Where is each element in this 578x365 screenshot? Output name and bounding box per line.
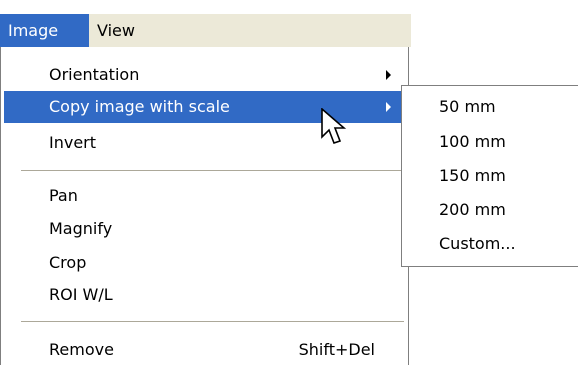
menu-item-roi-wl[interactable]: ROI W/L bbox=[4, 279, 405, 311]
submenu-item-label: Custom... bbox=[439, 234, 516, 253]
submenu-item-label: 150 mm bbox=[439, 166, 506, 185]
menu-item-label: Invert bbox=[49, 133, 97, 152]
menu-item-orientation[interactable]: Orientation bbox=[4, 59, 405, 91]
submenu-item-label: 200 mm bbox=[439, 200, 506, 219]
screen: Image View Orientation Copy image with s… bbox=[0, 0, 578, 365]
menu-image-label: Image bbox=[8, 21, 59, 40]
menu-item-label: Remove bbox=[49, 340, 114, 359]
menu-item-crop[interactable]: Crop bbox=[4, 247, 405, 279]
submenu-item-200mm[interactable]: 200 mm bbox=[402, 193, 578, 227]
menu-bar: Image View bbox=[0, 14, 411, 47]
submenu-item-custom[interactable]: Custom... bbox=[402, 227, 578, 261]
submenu-arrow-icon bbox=[386, 70, 391, 80]
submenu-arrow-icon bbox=[386, 102, 391, 112]
submenu-item-label: 50 mm bbox=[439, 97, 496, 116]
arrow-pointer-icon bbox=[321, 108, 347, 145]
submenu-item-label: 100 mm bbox=[439, 132, 506, 151]
scale-submenu: 50 mm 100 mm 150 mm 200 mm Custom... bbox=[401, 85, 578, 267]
menu-item-magnify[interactable]: Magnify bbox=[4, 213, 405, 245]
image-dropdown-menu: Orientation Copy image with scale Invert… bbox=[0, 47, 409, 365]
menu-item-pan[interactable]: Pan bbox=[4, 180, 405, 212]
menu-item-label: Crop bbox=[49, 253, 87, 272]
menu-item-label: ROI W/L bbox=[49, 285, 113, 304]
menu-view-label: View bbox=[97, 21, 135, 40]
shortcut-label: Shift+Del bbox=[298, 340, 375, 359]
menu-view[interactable]: View bbox=[89, 14, 149, 47]
submenu-item-50mm[interactable]: 50 mm bbox=[402, 90, 578, 124]
submenu-item-100mm[interactable]: 100 mm bbox=[402, 125, 578, 159]
menu-item-remove[interactable]: Remove Shift+Del bbox=[4, 334, 405, 365]
menu-item-label: Orientation bbox=[49, 65, 140, 84]
menu-separator bbox=[21, 321, 404, 322]
submenu-item-150mm[interactable]: 150 mm bbox=[402, 159, 578, 193]
menu-item-label: Magnify bbox=[49, 219, 113, 238]
menu-item-label: Pan bbox=[49, 186, 78, 205]
menu-separator bbox=[21, 170, 404, 171]
menu-item-label: Copy image with scale bbox=[49, 97, 230, 116]
menu-image[interactable]: Image bbox=[0, 14, 89, 47]
